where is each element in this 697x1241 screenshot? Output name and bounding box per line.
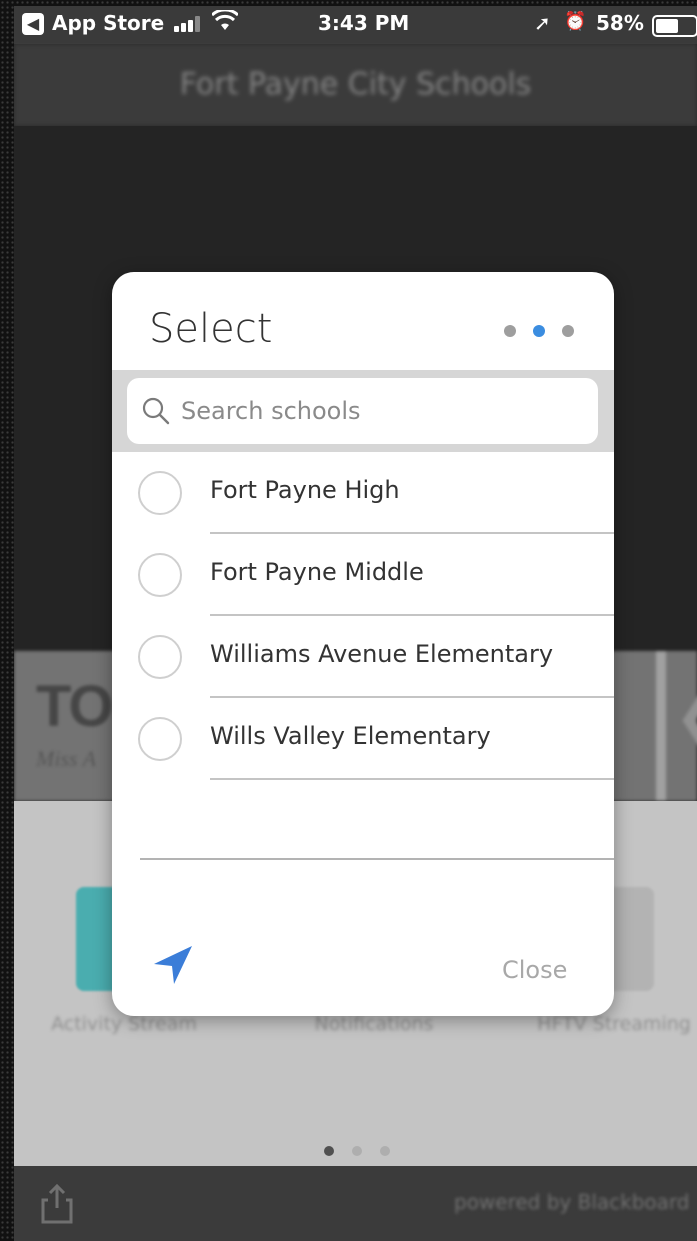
search-input[interactable]: [181, 388, 581, 434]
divider: [210, 778, 614, 780]
close-button[interactable]: Close: [502, 956, 567, 984]
school-option-fort-payne-high[interactable]: Fort Payne High: [112, 452, 614, 534]
device-frame-left: [0, 0, 14, 1241]
battery-percent: 58%: [596, 11, 644, 35]
back-to-app-label[interactable]: App Store: [52, 11, 164, 35]
phone-screen: ◀ App Store 3:43 PM ➚ ⏰ 58% Fort Payne C…: [14, 6, 697, 1241]
step-indicator: [504, 322, 591, 341]
battery-icon: [652, 15, 697, 37]
select-school-dialog: Select Fort Payne High Fort Payne Middl: [112, 272, 614, 1016]
school-label: Fort Payne Middle: [210, 558, 424, 586]
school-label: Fort Payne High: [210, 476, 400, 504]
step-dot: [562, 325, 574, 337]
radio-button[interactable]: [138, 553, 182, 597]
school-label: Williams Avenue Elementary: [210, 640, 554, 668]
status-bar: ◀ App Store 3:43 PM ➚ ⏰ 58%: [14, 6, 697, 44]
school-list: Fort Payne High Fort Payne Middle Willia…: [112, 452, 614, 780]
school-option-williams-avenue-elementary[interactable]: Williams Avenue Elementary: [112, 616, 614, 698]
school-option-fort-payne-middle[interactable]: Fort Payne Middle: [112, 534, 614, 616]
radio-button[interactable]: [138, 635, 182, 679]
status-time: 3:43 PM: [318, 11, 410, 35]
search-bar: [112, 370, 614, 452]
school-option-wills-valley-elementary[interactable]: Wills Valley Elementary: [112, 698, 614, 780]
search-box[interactable]: [127, 378, 598, 444]
back-arrow-icon[interactable]: ◀: [22, 13, 44, 35]
radio-button[interactable]: [138, 717, 182, 761]
footer-divider: [140, 858, 614, 860]
location-arrow-icon: ➚: [534, 11, 551, 35]
location-arrow-icon[interactable]: [152, 944, 194, 986]
radio-button[interactable]: [138, 471, 182, 515]
dialog-title: Select: [149, 306, 273, 352]
school-label: Wills Valley Elementary: [210, 722, 491, 750]
wifi-icon: [210, 8, 240, 38]
search-icon: [142, 397, 170, 425]
alarm-icon: ⏰: [564, 11, 587, 32]
step-dot-active: [533, 325, 545, 337]
signal-icon: [174, 16, 204, 32]
step-dot: [504, 325, 516, 337]
